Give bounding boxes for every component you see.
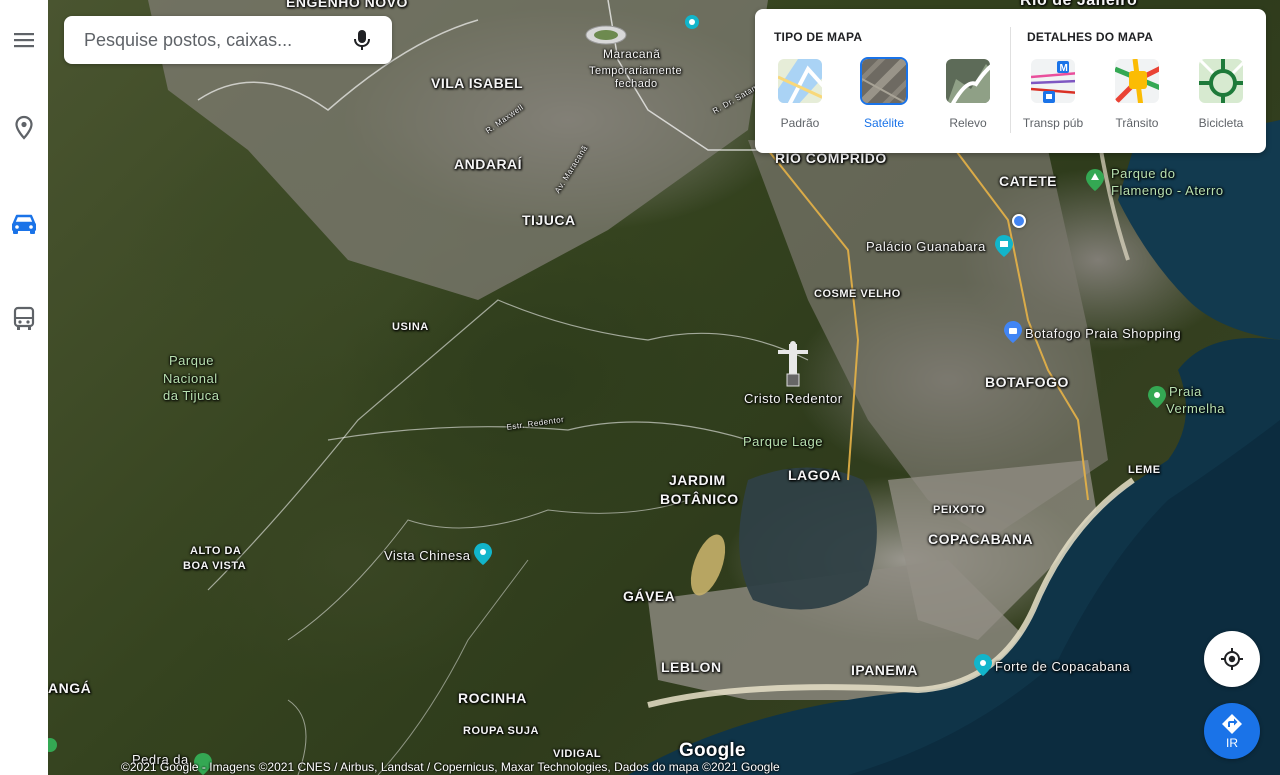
- bicycle-thumbnail: [1197, 57, 1245, 105]
- label-engenho-novo: ENGENHO NOVO: [286, 0, 408, 10]
- go-label: IR: [1226, 735, 1238, 750]
- label-jardim: JARDIM: [669, 472, 726, 488]
- label-parque-lage[interactable]: Parque Lage: [743, 434, 823, 449]
- label-alto-da: ALTO DA: [190, 545, 242, 557]
- traffic-thumbnail: [1113, 57, 1161, 105]
- label-roupa-suja: ROUPA SUJA: [463, 725, 539, 737]
- label-usina: USINA: [392, 321, 429, 333]
- satellite-map-label: Satélite: [863, 116, 905, 130]
- label-parque-tijuca-3[interactable]: da Tijuca: [163, 388, 220, 403]
- label-peixoto: PEIXOTO: [933, 504, 986, 516]
- label-maracana-status-1: Temporariamente: [589, 65, 683, 77]
- detail-bicycle[interactable]: Bicicleta: [1181, 57, 1261, 130]
- map-type-default[interactable]: Padrão: [760, 57, 840, 130]
- driving-button[interactable]: [0, 200, 48, 248]
- park-pin-icon[interactable]: [1085, 168, 1105, 192]
- transit-label: Transp púb: [1022, 116, 1084, 130]
- default-map-label: Padrão: [780, 116, 820, 130]
- label-parque-tijuca-1[interactable]: Parque: [169, 353, 214, 368]
- label-parque-flamengo-1[interactable]: Parque do: [1111, 166, 1176, 181]
- map-details-title: DETALHES DO MAPA: [1027, 30, 1154, 44]
- satellite-map-thumbnail: [860, 57, 908, 105]
- explore-button[interactable]: [0, 104, 48, 152]
- location-pin-icon: [15, 115, 33, 140]
- microphone-icon: [354, 30, 370, 50]
- label-rocinha: ROCINHA: [458, 690, 527, 706]
- label-cosme-velho: COSME VELHO: [814, 288, 901, 300]
- maracana-stadium-icon[interactable]: [584, 24, 628, 46]
- car-icon: [12, 214, 36, 234]
- viewpoint-pin-icon[interactable]: [473, 542, 493, 566]
- label-gavea: GÁVEA: [623, 588, 676, 604]
- transit-button[interactable]: [0, 295, 48, 343]
- map-type-satellite[interactable]: Satélite: [844, 57, 924, 130]
- park-pin-edge-icon[interactable]: [48, 735, 60, 759]
- label-copacabana: COPACABANA: [928, 531, 1034, 547]
- voice-search-button[interactable]: [344, 22, 380, 58]
- label-andarai: ANDARAÍ: [454, 156, 523, 172]
- map-layers-panel: TIPO DE MAPA DETALHES DO MAPA Padrão Sat…: [755, 9, 1266, 153]
- my-location-button[interactable]: [1204, 631, 1260, 687]
- label-praia-vermelha-1[interactable]: Praia: [1169, 384, 1202, 399]
- bus-icon: [13, 306, 35, 330]
- menu-icon: [14, 33, 34, 48]
- label-botafogo: BOTAFOGO: [985, 374, 1069, 390]
- label-praia-vermelha-2[interactable]: Vermelha: [1166, 401, 1225, 416]
- search-input[interactable]: [84, 29, 344, 51]
- detail-transit[interactable]: M Transp púb: [1013, 57, 1093, 130]
- search-box: [64, 16, 392, 64]
- landmark-pin-icon[interactable]: [994, 234, 1014, 258]
- label-palacio-guanabara[interactable]: Palácio Guanabara: [866, 239, 986, 254]
- label-leblon: LEBLON: [661, 659, 722, 675]
- map-attribution[interactable]: ©2021 Google - Imagens ©2021 CNES / Airb…: [121, 760, 780, 774]
- shopping-pin-icon[interactable]: [1003, 320, 1023, 344]
- label-forte-copacabana[interactable]: Forte de Copacabana: [995, 659, 1130, 674]
- label-parque-tijuca-2[interactable]: Nacional: [163, 371, 218, 386]
- terrain-map-label: Relevo: [949, 116, 987, 130]
- label-maracana-status-2: fechado: [615, 78, 658, 90]
- traffic-label: Trânsito: [1115, 116, 1159, 130]
- label-boa-vista: BOA VISTA: [183, 560, 247, 572]
- cristo-statue-icon[interactable]: [776, 340, 810, 388]
- menu-button[interactable]: [0, 16, 48, 64]
- label-vidigal: VIDIGAL: [553, 748, 602, 760]
- label-vista-chinesa[interactable]: Vista Chinesa: [384, 548, 470, 563]
- bicycle-label: Bicicleta: [1198, 116, 1244, 130]
- current-location-dot[interactable]: [1012, 214, 1026, 228]
- fort-pin-icon[interactable]: [973, 653, 993, 677]
- directions-go-button[interactable]: IR: [1204, 703, 1260, 759]
- default-map-thumbnail: [776, 57, 824, 105]
- transit-thumbnail: M: [1029, 57, 1077, 105]
- label-lagoa: LAGOA: [788, 467, 842, 483]
- detail-traffic[interactable]: Trânsito: [1097, 57, 1177, 130]
- label-maracana[interactable]: Maracanã: [603, 47, 660, 61]
- google-logo: Google: [679, 740, 746, 761]
- map-type-terrain[interactable]: Relevo: [928, 57, 1008, 130]
- label-anga: ANGÁ: [48, 680, 92, 696]
- label-vila-isabel: VILA ISABEL: [431, 75, 524, 91]
- panel-divider: [1010, 27, 1011, 133]
- label-catete: CATETE: [999, 173, 1057, 189]
- label-parque-flamengo-2[interactable]: Flamengo - Aterro: [1111, 183, 1224, 198]
- beach-pin-icon[interactable]: [1147, 385, 1167, 409]
- label-leme: LEME: [1128, 464, 1161, 476]
- label-botafogo-shopping[interactable]: Botafogo Praia Shopping: [1025, 326, 1181, 341]
- stadium-pin-icon[interactable]: [682, 12, 702, 36]
- crosshair-icon: [1221, 648, 1243, 670]
- label-tijuca: TIJUCA: [522, 212, 576, 228]
- directions-icon: [1222, 713, 1242, 734]
- map-type-title: TIPO DE MAPA: [774, 30, 863, 44]
- left-rail: [0, 0, 48, 775]
- label-ipanema: IPANEMA: [851, 662, 919, 678]
- svg-text:M: M: [1060, 63, 1068, 74]
- label-botanico: BOTÂNICO: [660, 491, 739, 507]
- label-cristo-redentor[interactable]: Cristo Redentor: [744, 391, 843, 406]
- terrain-map-thumbnail: [944, 57, 992, 105]
